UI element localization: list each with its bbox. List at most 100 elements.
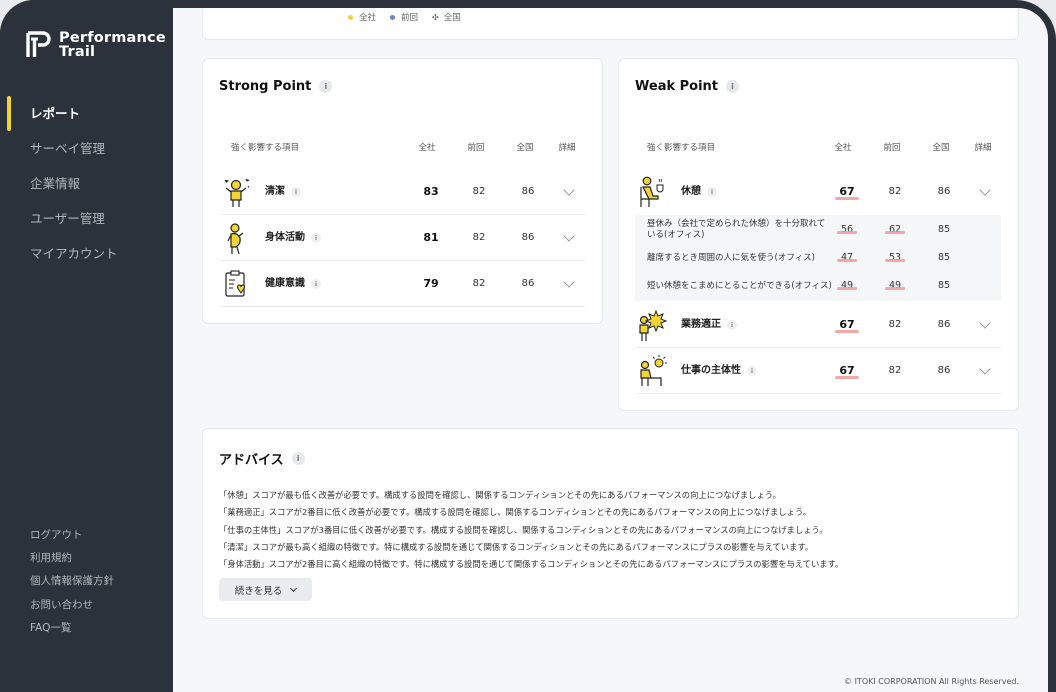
nav-item-user-management[interactable]: ユーザー管理: [0, 201, 173, 236]
strong-table-header: 強く影響する項目 全社 前回 全国 詳細: [203, 141, 602, 155]
company-score: 79: [423, 277, 439, 290]
legend-item-company: 全社: [348, 11, 376, 23]
chevron-down-icon: [290, 584, 298, 592]
nav-item-my-account[interactable]: マイアカウント: [0, 236, 173, 271]
national-score: 85: [937, 252, 951, 263]
advice-line: 「身体活動」スコアが2番目に高く組織の特徴です。特に構成する設問を通じて関係する…: [219, 559, 844, 570]
chevron-down-icon[interactable]: [563, 276, 575, 288]
chevron-down-icon[interactable]: [563, 184, 575, 196]
company-score: 49: [836, 272, 858, 300]
rest-icon: [637, 175, 667, 209]
info-icon[interactable]: i: [311, 279, 321, 289]
brand-name: Performance Trail: [59, 30, 166, 60]
info-icon[interactable]: i: [311, 233, 321, 243]
copyright: © ITOKI CORPORATION All Rights Reserved.: [844, 677, 1019, 686]
advice-line: 「業務適正」スコアが2番目に低く改善が必要です。構成する設問を確認し、関係するコ…: [219, 507, 812, 518]
info-icon[interactable]: i: [291, 187, 301, 197]
nav-item-report[interactable]: レポート: [0, 96, 173, 131]
strong-point-title: Strong Point i: [219, 79, 333, 94]
initiative-icon: [637, 354, 667, 388]
info-icon[interactable]: i: [727, 320, 737, 330]
row-label: 業務適正: [681, 319, 721, 330]
advice-text: 「休憩」スコアが最も低く改善が必要です。構成する設問を確認し、関係するコンディシ…: [219, 487, 843, 573]
row-label: 身体活動: [265, 232, 305, 243]
header-company: 全社: [834, 143, 852, 153]
chart-legend-card: 全社 前回 ✣ 全国: [202, 8, 1019, 40]
sub-item-label: 昼休み（会社で定められた休憩）を十分取れている(オフィス): [647, 219, 826, 240]
nav-item-company-info[interactable]: 企業情報: [0, 166, 173, 201]
brand-logo[interactable]: Performance Trail: [25, 30, 166, 60]
previous-score: 62: [884, 216, 906, 244]
chevron-down-icon[interactable]: [563, 230, 575, 242]
national-score: 86: [937, 365, 951, 376]
brand-name-line1: Performance: [59, 30, 166, 46]
contact-link[interactable]: お問い合わせ: [30, 594, 114, 617]
brand-name-line2: Trail: [59, 44, 96, 60]
table-row-expanded[interactable]: 休憩 i 67 82 86: [635, 169, 1001, 215]
sub-item-row: 離席するとき周囲の人に気を使う(オフィス) 47 53 85: [635, 244, 1001, 272]
national-score: 85: [937, 224, 951, 235]
company-score: 47: [836, 244, 858, 272]
nav-item-survey-management[interactable]: サーベイ管理: [0, 131, 173, 166]
advice-line: 「仕事の主体性」スコアが3番目に低く改善が必要です。構成する設問を確認し、関係す…: [219, 524, 828, 535]
weak-point-card: Weak Point i 強く影響する項目 全社 前回 全国 詳細 休憩 i 67…: [618, 58, 1019, 411]
health-awareness-icon: [221, 267, 251, 301]
company-score: 83: [423, 185, 439, 198]
company-score: 67: [835, 169, 860, 215]
legend-item-national: ✣ 全国: [432, 13, 461, 23]
faq-link[interactable]: FAQ一覧: [30, 617, 114, 640]
sub-item-row: 昼休み（会社で定められた休憩）を十分取れている(オフィス) 56 62 85: [635, 216, 1001, 244]
previous-score: 82: [888, 319, 902, 330]
advice-card: アドバイス i 「休憩」スコアが最も低く改善が必要です。構成する設問を確認し、関…: [202, 428, 1019, 619]
national-marker-icon: ✣: [432, 13, 439, 22]
sub-item-label: 短い休憩をこまめにとることができる(オフィス): [647, 280, 832, 291]
previous-score: 49: [884, 272, 906, 300]
table-row[interactable]: 身体活動 i 81 82 86: [219, 215, 585, 261]
previous-score: 82: [472, 232, 486, 243]
header-item: 強く影響する項目: [647, 143, 716, 153]
table-row[interactable]: 業務適正 i 67 82 86: [635, 302, 1001, 348]
main-nav: レポート サーベイ管理 企業情報 ユーザー管理 マイアカウント: [0, 96, 173, 271]
logout-link[interactable]: ログアウト: [30, 524, 114, 547]
logo-mark-icon: [25, 30, 53, 60]
previous-score: 82: [888, 186, 902, 197]
terms-link[interactable]: 利用規約: [30, 547, 114, 570]
info-icon[interactable]: i: [319, 80, 333, 93]
app-frame: Performance Trail レポート サーベイ管理 企業情報 ユーザー管…: [0, 0, 1056, 692]
company-score: 67: [835, 302, 860, 348]
exercise-icon: [221, 221, 251, 255]
national-score: 86: [521, 186, 535, 197]
info-icon[interactable]: i: [707, 187, 717, 197]
table-row[interactable]: 健康意識 i 79 82 86: [219, 261, 585, 307]
sidebar: Performance Trail レポート サーベイ管理 企業情報 ユーザー管…: [0, 0, 173, 692]
national-score: 86: [521, 278, 535, 289]
header-item: 強く影響する項目: [231, 143, 300, 153]
sub-item-row: 短い休憩をこまめにとることができる(オフィス) 49 49 85: [635, 272, 1001, 300]
header-national: 全国: [516, 143, 534, 153]
table-row[interactable]: 清潔 i 83 82 86: [219, 169, 585, 215]
row-label: 清潔: [265, 186, 285, 197]
company-score: 67: [835, 348, 860, 394]
chevron-down-icon[interactable]: [979, 317, 991, 329]
strong-point-card: Strong Point i 強く影響する項目 全社 前回 全国 詳細 清潔 i …: [202, 58, 603, 324]
row-label: 休憩: [681, 186, 701, 197]
table-row[interactable]: 仕事の主体性 i 67 82 86: [635, 348, 1001, 394]
info-icon[interactable]: i: [291, 452, 305, 465]
info-icon[interactable]: i: [747, 366, 757, 376]
show-more-button[interactable]: 続きを見る: [219, 578, 312, 601]
info-icon[interactable]: i: [726, 80, 740, 93]
row-label: 健康意識: [265, 278, 305, 289]
company-score: 56: [836, 216, 858, 244]
national-score: 86: [937, 319, 951, 330]
chevron-down-icon[interactable]: [979, 184, 991, 196]
legend-item-previous: 前回: [390, 11, 418, 23]
company-score: 81: [423, 231, 439, 244]
chevron-down-icon[interactable]: [979, 363, 991, 375]
privacy-policy-link[interactable]: 個人情報保護方針: [30, 570, 114, 593]
main-content: 全社 前回 ✣ 全国 Strong Point i 強く影響する項目 全社 前回 …: [173, 8, 1048, 692]
header-detail: 詳細: [558, 143, 576, 153]
header-company: 全社: [418, 143, 436, 153]
weak-point-title: Weak Point i: [635, 79, 740, 94]
footer-nav: ログアウト 利用規約 個人情報保護方針 お問い合わせ FAQ一覧: [30, 524, 114, 640]
advice-line: 「休憩」スコアが最も低く改善が必要です。構成する設問を確認し、関係するコンディシ…: [219, 490, 781, 500]
